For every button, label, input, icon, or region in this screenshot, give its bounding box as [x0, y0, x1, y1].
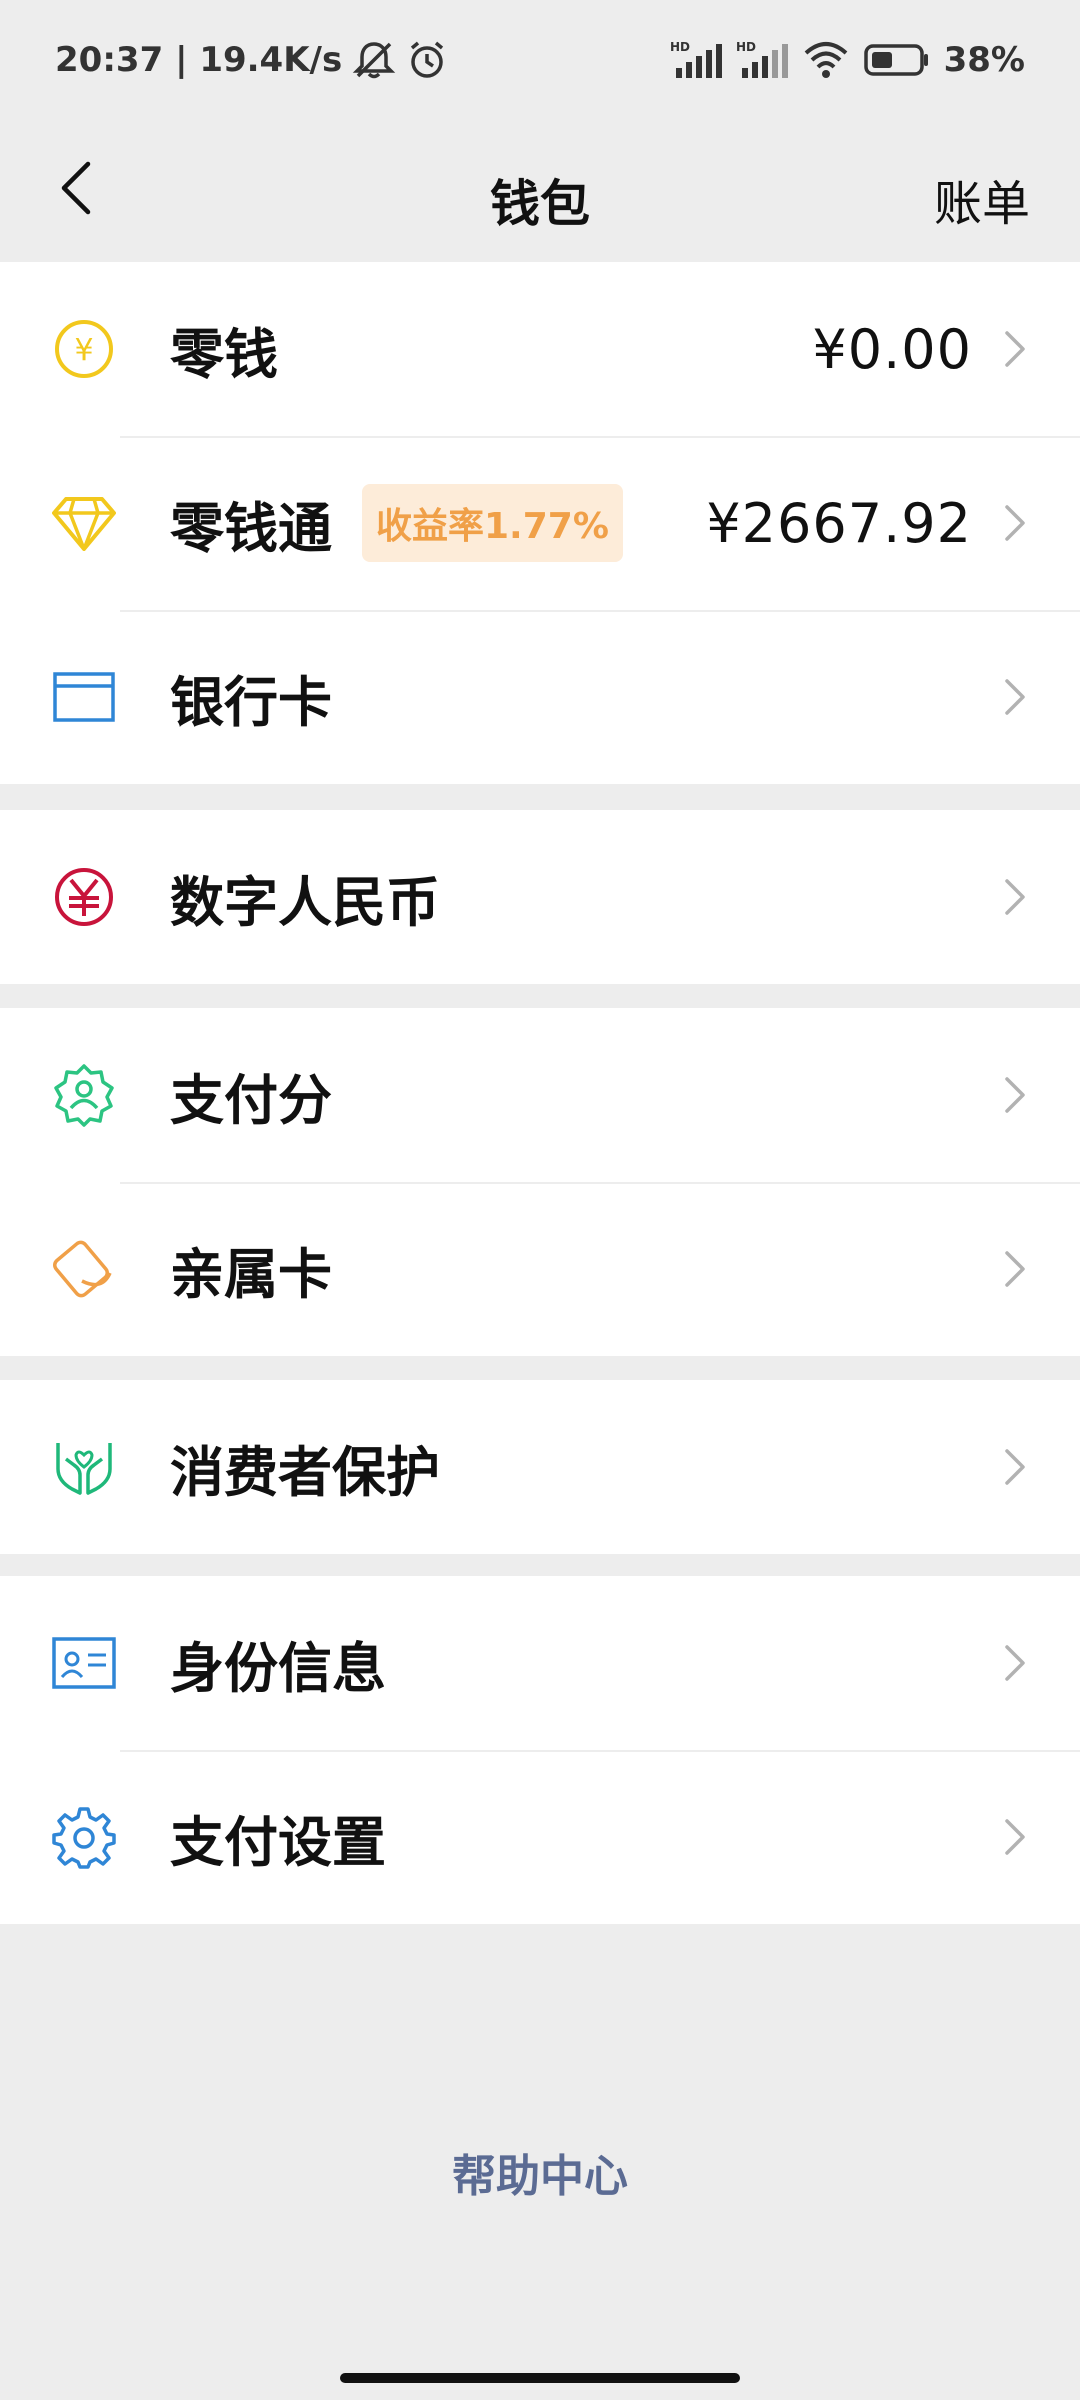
chevron-right-icon — [1000, 1643, 1030, 1683]
row-label: 支付分 — [170, 1068, 332, 1132]
back-arrow-icon — [58, 160, 94, 220]
status-bar: 20:37 | 19.4K/s HD HD 38% — [0, 0, 1080, 120]
list-item-family-card[interactable]: 亲属卡 — [0, 1182, 1080, 1356]
balance-value: ¥2667.92 — [706, 491, 972, 555]
chevron-right-icon — [1000, 877, 1030, 917]
bank-card-icon — [50, 663, 118, 731]
row-label: 消费者保护 — [170, 1440, 440, 1504]
wallet-group-balance: ¥ 零钱 ¥0.00 零钱通 收益率1.77% ¥2667.92 银行卡 — [0, 262, 1080, 784]
chevron-right-icon — [1000, 1075, 1030, 1115]
list-item-digital-rmb[interactable]: 数字人民币 — [0, 810, 1080, 984]
id-card-icon — [50, 1629, 118, 1697]
svg-text:HD: HD — [736, 40, 756, 54]
wallet-group-protection: 消费者保护 — [0, 1380, 1080, 1554]
status-time-speed: 20:37 | 19.4K/s — [55, 40, 343, 80]
status-right: HD HD 38% — [670, 40, 1025, 80]
yield-rate-badge: 收益率1.77% — [362, 484, 623, 562]
svg-text:¥: ¥ — [74, 333, 93, 368]
wallet-group-services: 支付分 亲属卡 — [0, 1008, 1080, 1356]
row-label: 身份信息 — [170, 1636, 386, 1700]
list-item-identity[interactable]: 身份信息 — [0, 1576, 1080, 1750]
wifi-icon — [802, 41, 850, 79]
diamond-icon — [50, 489, 118, 557]
home-indicator[interactable] — [340, 2373, 740, 2383]
list-item-bank-card[interactable]: 银行卡 — [0, 610, 1080, 784]
status-left: 20:37 | 19.4K/s — [55, 39, 448, 81]
list-item-change-plus[interactable]: 零钱通 收益率1.77% ¥2667.92 — [0, 436, 1080, 610]
digital-rmb-icon — [50, 863, 118, 931]
wallet-group-digital: 数字人民币 — [0, 810, 1080, 984]
yuan-coin-icon: ¥ — [50, 315, 118, 383]
list-item-consumer-protection[interactable]: 消费者保护 — [0, 1380, 1080, 1554]
back-button[interactable] — [36, 150, 116, 230]
row-label: 银行卡 — [170, 670, 332, 734]
page-title: 钱包 — [490, 175, 590, 233]
chevron-right-icon — [1000, 1447, 1030, 1487]
bill-button[interactable]: 账单 — [934, 164, 1030, 234]
chevron-right-icon — [1000, 329, 1030, 369]
chevron-right-icon — [1000, 677, 1030, 717]
chevron-right-icon — [1000, 1817, 1030, 1857]
balance-value: ¥0.00 — [812, 317, 972, 381]
row-label: 支付设置 — [170, 1810, 386, 1874]
battery-percent: 38% — [943, 40, 1025, 80]
list-item-pay-score[interactable]: 支付分 — [0, 1008, 1080, 1182]
list-item-change[interactable]: ¥ 零钱 ¥0.00 — [0, 262, 1080, 436]
mute-bell-icon — [352, 40, 396, 80]
signal-hd-icon: HD — [670, 40, 722, 80]
list-item-pay-settings[interactable]: 支付设置 — [0, 1750, 1080, 1924]
wallet-group-account: 身份信息 支付设置 — [0, 1576, 1080, 1924]
row-label: 零钱通 — [170, 496, 332, 560]
chevron-right-icon — [1000, 503, 1030, 543]
row-label: 零钱 — [170, 322, 278, 386]
pay-score-icon — [50, 1061, 118, 1129]
help-center-link[interactable]: 帮助中心 — [0, 2140, 1080, 2204]
svg-text:HD: HD — [670, 40, 690, 54]
nav-bar: 钱包 账单 — [0, 120, 1080, 260]
alarm-icon — [406, 39, 448, 81]
signal-hd-icon: HD — [736, 40, 788, 80]
battery-icon — [863, 43, 930, 77]
gear-icon — [50, 1803, 118, 1871]
chevron-right-icon — [1000, 1249, 1030, 1289]
row-label: 数字人民币 — [170, 870, 440, 934]
family-card-icon — [50, 1235, 118, 1303]
row-label: 亲属卡 — [170, 1242, 332, 1306]
protect-hands-icon — [50, 1433, 118, 1501]
